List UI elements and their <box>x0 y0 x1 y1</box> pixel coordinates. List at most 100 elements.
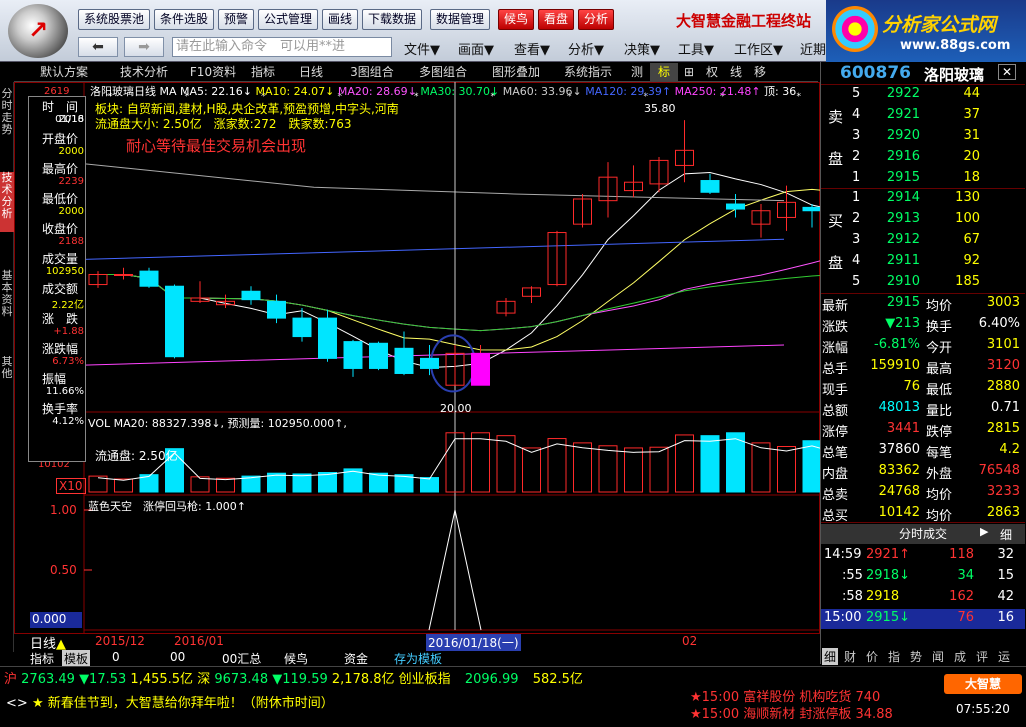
quote-tab-8[interactable]: 运 <box>998 648 1010 665</box>
toolbar-button-5[interactable]: 下载数据 <box>362 9 422 30</box>
cy-amount: 582.5亿 <box>532 672 583 687</box>
command-input[interactable]: 请在此输入命令 可以用**进 <box>172 37 392 57</box>
quote-tab-2[interactable]: 价 <box>866 648 878 665</box>
side-tab-fundamental[interactable]: 基本资料 <box>0 270 14 330</box>
news-2[interactable]: ★15:00 海顺新材 封涨停板 34.88 <box>690 703 893 722</box>
side-tab-technical[interactable]: 技术分析 <box>0 172 14 232</box>
candle-body <box>802 206 820 212</box>
kline-chart[interactable]: *********** <box>14 82 820 650</box>
menu-item-1[interactable]: 画面▼ <box>458 39 494 58</box>
volume-bar <box>777 446 796 493</box>
tab-8[interactable]: 系统指示 <box>552 63 624 81</box>
toolbar-button-9[interactable]: 分析 <box>578 9 614 30</box>
side-tab-other[interactable]: 其他 <box>0 356 14 386</box>
stat-value-0: 2915 <box>886 295 920 310</box>
menu-item-0[interactable]: 文件▼ <box>404 39 440 58</box>
sz-label: 深 <box>197 672 211 687</box>
toolbar-button-1[interactable]: 条件选股 <box>154 9 214 30</box>
tab-7[interactable]: 图形叠加 <box>480 63 552 81</box>
toolbar-button-8[interactable]: 看盘 <box>538 9 574 30</box>
sell-volume-0: 44 <box>963 86 980 101</box>
toolbar-button-2[interactable]: 预警 <box>218 9 254 30</box>
clock: 07:55:20 <box>956 702 1010 716</box>
toolbar-button-6[interactable]: 数据管理 <box>430 9 490 30</box>
close-icon[interactable]: ✕ <box>998 64 1016 80</box>
sh-value: 2763.49 <box>21 672 75 687</box>
tab-11[interactable]: ⊞ <box>678 63 700 81</box>
info-value-7: 2.22亿 <box>51 300 84 311</box>
info-value-10: 11.66% <box>45 386 84 397</box>
sh-amount: 1,455.5亿 <box>130 672 194 687</box>
menu-item-7[interactable]: 近期 <box>800 39 826 58</box>
ticks-title-text: 分时成交 <box>898 527 947 541</box>
indicator-header: 蓝色天空 涨停回马枪: 1.000↑ <box>88 500 246 513</box>
tab-6[interactable]: 多图组合 <box>406 63 480 81</box>
stat-value-4: 76 <box>903 379 920 394</box>
tab-9[interactable]: 测 <box>624 63 650 81</box>
stat-value2-5: 0.71 <box>991 400 1020 415</box>
menu-item-4[interactable]: 决策▼ <box>624 39 660 58</box>
nav-arrows-icon[interactable]: <> <box>6 696 28 711</box>
bottom-tab-2[interactable]: 0 <box>112 650 120 666</box>
bottom-tab-3[interactable]: 00 <box>170 650 185 666</box>
info-label-9: 涨跌幅 <box>42 342 79 356</box>
back-button[interactable]: ⬅ <box>78 37 118 57</box>
play-icon[interactable]: ▶ <box>980 525 988 538</box>
detail-button[interactable]: 细 <box>1000 526 1012 543</box>
tab-0[interactable]: 默认方案 <box>24 63 104 81</box>
forward-button[interactable]: ➡ <box>124 37 164 57</box>
tab-5[interactable]: 3图组合 <box>338 63 406 81</box>
banner-flower-icon <box>832 6 878 52</box>
vol-header: VOL MA20: 88327.398↓, 预测量: 102950.000↑, <box>88 417 347 430</box>
tab-2[interactable]: F10资料 <box>184 63 242 81</box>
quote-tab-7[interactable]: 评 <box>976 648 988 665</box>
buy-volume-3: 92 <box>963 253 980 268</box>
marquee[interactable]: <> ★ 新春佳节到，大智慧给你拜年啦！（附休市时间） <box>6 692 334 711</box>
toolbar-button-7[interactable]: 候鸟 <box>498 9 534 30</box>
vol-unit-label: X10 <box>56 478 86 494</box>
tab-14[interactable]: 移 <box>748 63 772 81</box>
quote-tab-3[interactable]: 指 <box>888 648 900 665</box>
menu-item-5[interactable]: 工具▼ <box>678 39 714 58</box>
side-tab-intraday[interactable]: 分时走势 <box>0 88 14 148</box>
tick-price-0: 2921↑ <box>866 547 910 562</box>
menu-item-6[interactable]: 工作区▼ <box>734 39 783 58</box>
tab-13[interactable]: 线 <box>724 63 748 81</box>
quote-tab-4[interactable]: 势 <box>910 648 922 665</box>
sell-price-1: 2921 <box>886 107 920 122</box>
tab-4[interactable]: 日线 <box>284 63 338 81</box>
quote-tab-0[interactable]: 细 <box>822 648 839 665</box>
menu-item-3[interactable]: 分析▼ <box>568 39 604 58</box>
quote-tab-1[interactable]: 财 <box>844 648 856 665</box>
toolbar-button-4[interactable]: 画线 <box>322 9 358 30</box>
volume-bar <box>802 440 820 493</box>
candle-body <box>726 203 745 210</box>
info-label-5: 收盘价 <box>42 222 79 236</box>
bottom-tab-0[interactable]: 指标 <box>30 650 54 666</box>
index-ticker[interactable]: 沪 2763.49 ▼17.53 1,455.5亿 深 9673.48 ▼119… <box>4 668 583 687</box>
tick-vol-2: 162 <box>949 589 974 604</box>
bottom-tab-6[interactable]: 资金 <box>344 650 368 666</box>
candle-body <box>343 341 363 369</box>
tab-12[interactable]: 权 <box>700 63 724 81</box>
bottom-tab-5[interactable]: 候鸟 <box>284 650 308 666</box>
sz-amount: 2,178.8亿 <box>331 672 395 687</box>
volume-bar <box>751 442 771 493</box>
toolbar-button-0[interactable]: 系统股票池 <box>78 9 150 30</box>
toolbar-button-3[interactable]: 公式管理 <box>258 9 318 30</box>
quote-tab-6[interactable]: 成 <box>954 648 966 665</box>
high-mark: 35.80 <box>644 102 676 115</box>
stat-value-6: 3441 <box>886 421 920 436</box>
menu-item-2[interactable]: 查看▼ <box>514 39 550 58</box>
tab-3[interactable]: 指标 <box>242 63 284 81</box>
quote-tab-5[interactable]: 闻 <box>932 648 944 665</box>
bottom-tab-4[interactable]: 00汇总 <box>222 650 261 666</box>
buy-level-2: 3 <box>852 232 861 247</box>
stat-value-9: 24768 <box>878 484 920 499</box>
info-label-4: 最低价 <box>42 192 79 206</box>
bottom-tab-7[interactable]: 存为模板 <box>394 650 442 666</box>
volume-bar <box>318 472 337 493</box>
tab-10[interactable]: 标 <box>650 63 678 81</box>
tab-1[interactable]: 技术分析 <box>104 63 184 81</box>
bottom-tab-1[interactable]: 模板 <box>62 650 91 666</box>
